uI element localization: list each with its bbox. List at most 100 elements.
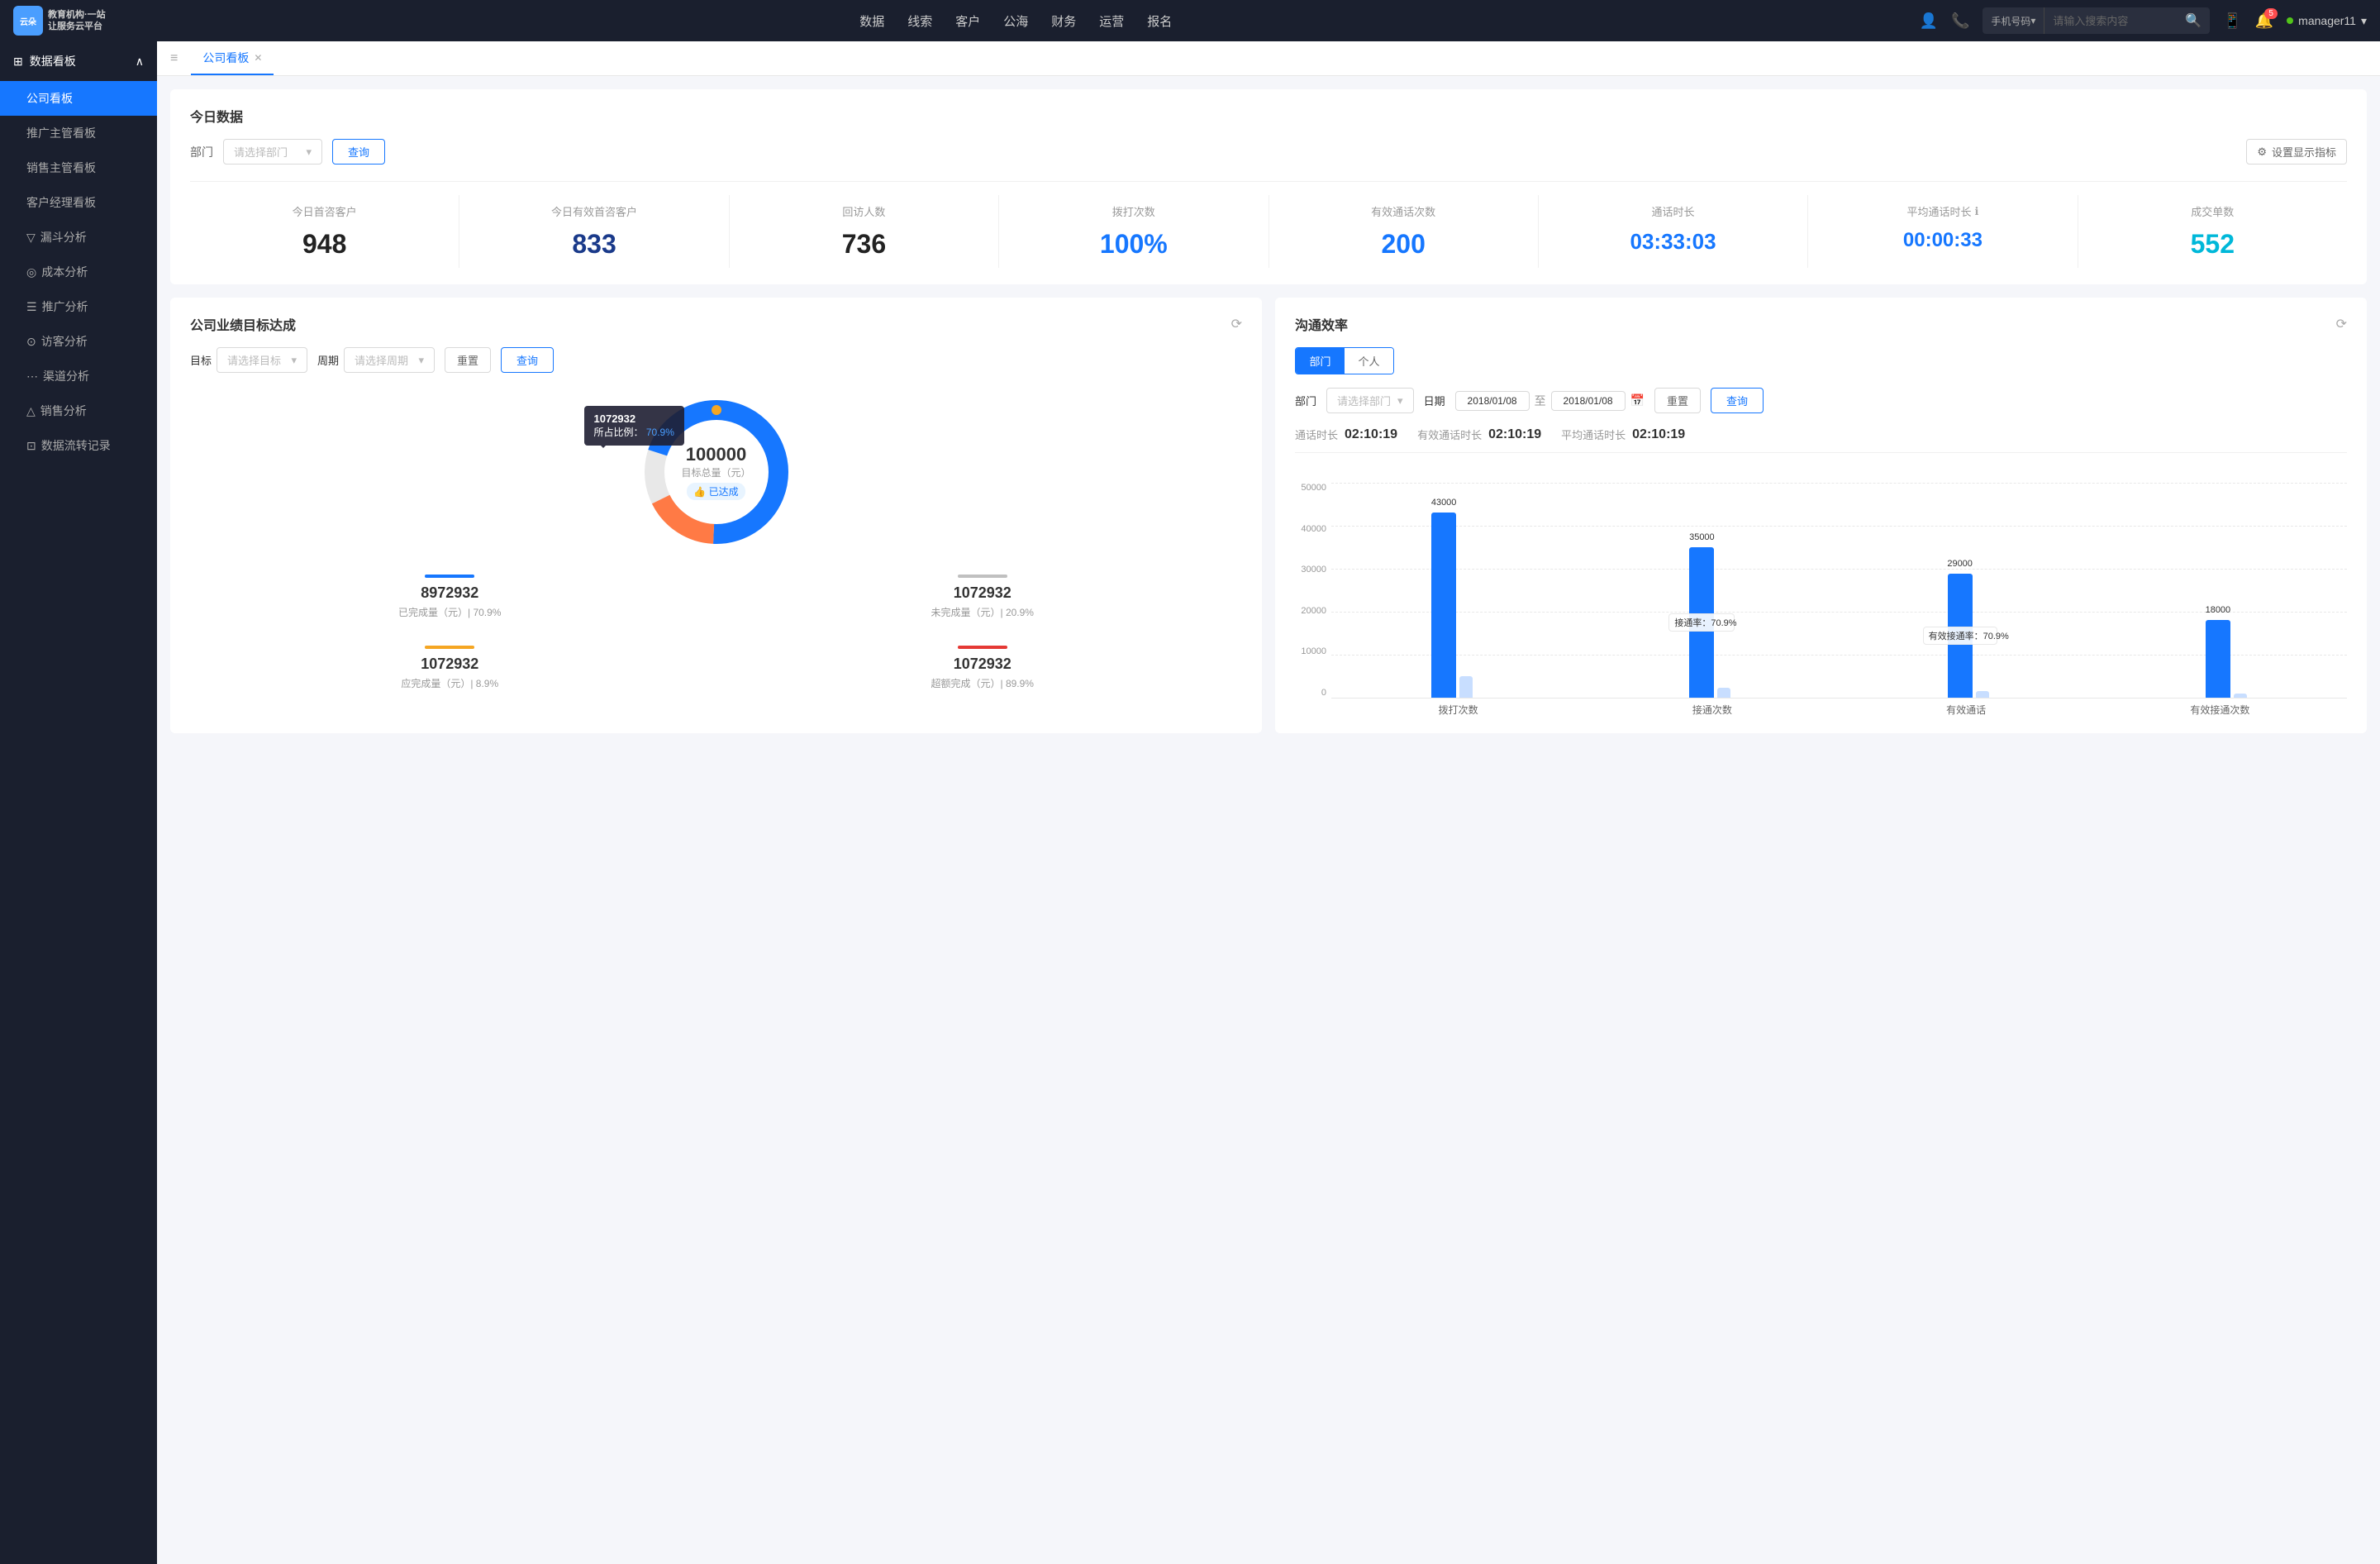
y-label-50000: 50000 <box>1295 483 1326 493</box>
stat-effective-calls: 有效通话次数 200 <box>1269 195 1539 268</box>
sidebar-item-customer-manager[interactable]: 客户经理看板 <box>0 185 157 220</box>
stat-value-833: 833 <box>466 229 721 260</box>
nav-signup[interactable]: 报名 <box>1147 9 1172 33</box>
sidebar-item-company[interactable]: 公司看板 <box>0 81 157 116</box>
stat-revisit: 回访人数 736 <box>730 195 999 268</box>
tablet-icon[interactable]: 📱 <box>2223 12 2241 30</box>
bar-dial-secondary <box>1459 676 1473 698</box>
settings-display-button[interactable]: ⚙ 设置显示指标 <box>2246 139 2347 165</box>
comm-stats-row: 通话时长 02:10:19 有效通话时长 02:10:19 平均通话时长 02:… <box>1295 427 2347 453</box>
username: manager11 <box>2298 14 2356 27</box>
gear-icon: ⚙ <box>2257 145 2267 159</box>
logo-icon: 云朵 <box>13 6 43 36</box>
target-stats-grid: 8972932 已完成量（元）| 70.9% 1072932 未完成量（元）| … <box>190 568 1242 697</box>
x-label-effective: 有效通话 <box>1840 703 2093 717</box>
sidebar-item-sales[interactable]: △ 销售分析 <box>0 393 157 428</box>
bar-35000: 接通率：70.9% <box>1689 547 1714 698</box>
today-query-button[interactable]: 查询 <box>332 139 385 165</box>
bar-label-43000: 43000 <box>1431 498 1457 508</box>
nav-ops[interactable]: 运营 <box>1099 9 1124 33</box>
sidebar-item-promo[interactable]: ☰ 推广分析 <box>0 289 157 324</box>
comm-tab-person[interactable]: 个人 <box>1345 348 1393 374</box>
date-to[interactable]: 2018/01/08 <box>1551 391 1626 411</box>
chevron-down-icon: ▾ <box>419 354 425 367</box>
comm-query-button[interactable]: 查询 <box>1711 388 1764 413</box>
bar-chart-wrapper: 50000 40000 30000 20000 10000 0 <box>1295 466 2347 717</box>
business-target-panel: 公司业绩目标达成 ⟳ 目标 请选择目标 ▾ 周期 请选择周期 <box>170 298 1262 733</box>
sidebar: ⊞ 数据看板 ∧ 公司看板 推广主管看板 销售主管看板 客户经理看板 ▽ 漏斗分… <box>0 41 157 1564</box>
y-label-10000: 10000 <box>1295 646 1326 656</box>
sidebar-item-promo-manager[interactable]: 推广主管看板 <box>0 116 157 150</box>
stat-value-avg-dur: 00:00:33 <box>1815 229 2070 252</box>
nav-sea[interactable]: 公海 <box>1003 9 1028 33</box>
user-info[interactable]: manager11 ▾ <box>2287 14 2367 28</box>
sidebar-item-visitor[interactable]: ⊙ 访客分析 <box>0 324 157 359</box>
sidebar-item-cost[interactable]: ◎ 成本分析 <box>0 255 157 289</box>
nav-finance[interactable]: 财务 <box>1051 9 1076 33</box>
x-axis-labels: 拨打次数 接通次数 有效通话 有效接通次数 <box>1331 703 2347 717</box>
bar-group-dial: 43000 <box>1331 483 1573 698</box>
tab-close-icon[interactable]: ✕ <box>254 52 262 64</box>
comm-dept-select[interactable]: 请选择部门 ▾ <box>1326 388 1414 413</box>
target-filter-row: 目标 请选择目标 ▾ 周期 请选择周期 ▾ 重置 查询 <box>190 347 1242 373</box>
today-title: 今日数据 <box>190 106 2347 126</box>
sidebar-item-channel[interactable]: ⋯ 渠道分析 <box>0 359 157 393</box>
bell-icon[interactable]: 🔔 5 <box>2255 12 2273 30</box>
phone-icon[interactable]: 📞 <box>1951 12 1969 30</box>
dept-label: 部门 <box>190 144 213 160</box>
y-label-0: 0 <box>1295 688 1326 698</box>
calendar-icon[interactable]: 📅 <box>1630 393 1645 408</box>
chevron-down-icon: ▾ <box>1397 394 1403 408</box>
bar-connect-main: 35000 接通率：70.9% <box>1689 547 1714 698</box>
sidebar-item-sales-manager[interactable]: 销售主管看板 <box>0 150 157 185</box>
stat-value-200: 200 <box>1276 229 1531 260</box>
sidebar-item-flow[interactable]: ⊡ 数据流转记录 <box>0 428 157 463</box>
refresh-icon[interactable]: ⟳ <box>1231 316 1242 332</box>
stat-dial-count: 拨打次数 100% <box>999 195 1269 268</box>
should-complete-bar <box>425 646 474 649</box>
sidebar-item-funnel[interactable]: ▽ 漏斗分析 <box>0 220 157 255</box>
nav-leads[interactable]: 线索 <box>907 9 932 33</box>
date-from[interactable]: 2018/01/08 <box>1455 391 1530 411</box>
donut-chart: 1072932 所占比例： 70.9% <box>634 389 799 555</box>
comm-refresh-icon[interactable]: ⟳ <box>2336 316 2347 332</box>
bar-group-effective-connect: 18000 <box>2106 483 2347 698</box>
sidebar-section-header[interactable]: ⊞ 数据看板 ∧ <box>0 41 157 81</box>
search-type-selector[interactable]: 手机号码 ▾ <box>1983 7 2044 34</box>
comm-tab-dept[interactable]: 部门 <box>1296 348 1345 374</box>
bar-effective-main: 29000 有效接通率：70.9% <box>1948 574 1973 698</box>
search-input[interactable] <box>2044 7 2177 34</box>
stat-over-complete: 1072932 超额完成（元）| 89.9% <box>723 639 1243 697</box>
nav-data[interactable]: 数据 <box>859 9 884 33</box>
target-query-button[interactable]: 查询 <box>501 347 554 373</box>
tab-menu-toggle[interactable]: ≡ <box>170 51 178 66</box>
bars-row: 43000 35000 <box>1331 483 2347 698</box>
search-button[interactable]: 🔍 <box>2177 7 2210 34</box>
comm-reset-button[interactable]: 重置 <box>1654 388 1701 413</box>
target-select[interactable]: 请选择目标 ▾ <box>217 347 307 373</box>
cost-icon: ◎ <box>26 265 36 279</box>
main-content: ≡ 公司看板 ✕ 今日数据 部门 请选择部门 ▾ 查询 ⚙ <box>157 41 2380 1564</box>
stat-uncompleted: 1072932 未完成量（元）| 20.9% <box>723 568 1243 626</box>
period-select[interactable]: 请选择周期 ▾ <box>344 347 435 373</box>
nav-right: 👤 📞 手机号码 ▾ 🔍 📱 🔔 5 manager11 ▾ <box>1920 7 2367 34</box>
stat-avg-duration: 平均通话时长 ℹ 00:00:33 <box>1808 195 2078 268</box>
connect-rate-label: 接通率：70.9% <box>1668 613 1735 632</box>
stat-value-552: 552 <box>2085 229 2340 260</box>
tab-company-dashboard[interactable]: 公司看板 ✕ <box>191 41 274 75</box>
dept-select[interactable]: 请选择部门 ▾ <box>223 139 322 165</box>
completed-bar <box>425 575 474 578</box>
stat-value-100pct: 100% <box>1006 229 1261 260</box>
chevron-up-icon: ∧ <box>136 55 144 69</box>
uncompleted-bar <box>958 575 1007 578</box>
stat-completed: 8972932 已完成量（元）| 70.9% <box>190 568 710 626</box>
bars-area: 43000 35000 <box>1331 483 2347 698</box>
stats-row: 今日首咨客户 948 今日有效首咨客户 833 回访人数 736 拨打次数 10… <box>190 181 2347 268</box>
nav-customer[interactable]: 客户 <box>955 9 980 33</box>
bar-group-effective: 29000 有效接通率：70.9% <box>1848 483 2089 698</box>
target-reset-button[interactable]: 重置 <box>445 347 491 373</box>
top-nav: 云朵 教育机构·一站 让服务云平台 数据 线索 客户 公海 财务 运营 报名 👤… <box>0 0 2380 41</box>
stat-deals: 成交单数 552 <box>2078 195 2347 268</box>
grid-icon: ⊞ <box>13 55 23 69</box>
person-icon[interactable]: 👤 <box>1920 12 1938 30</box>
